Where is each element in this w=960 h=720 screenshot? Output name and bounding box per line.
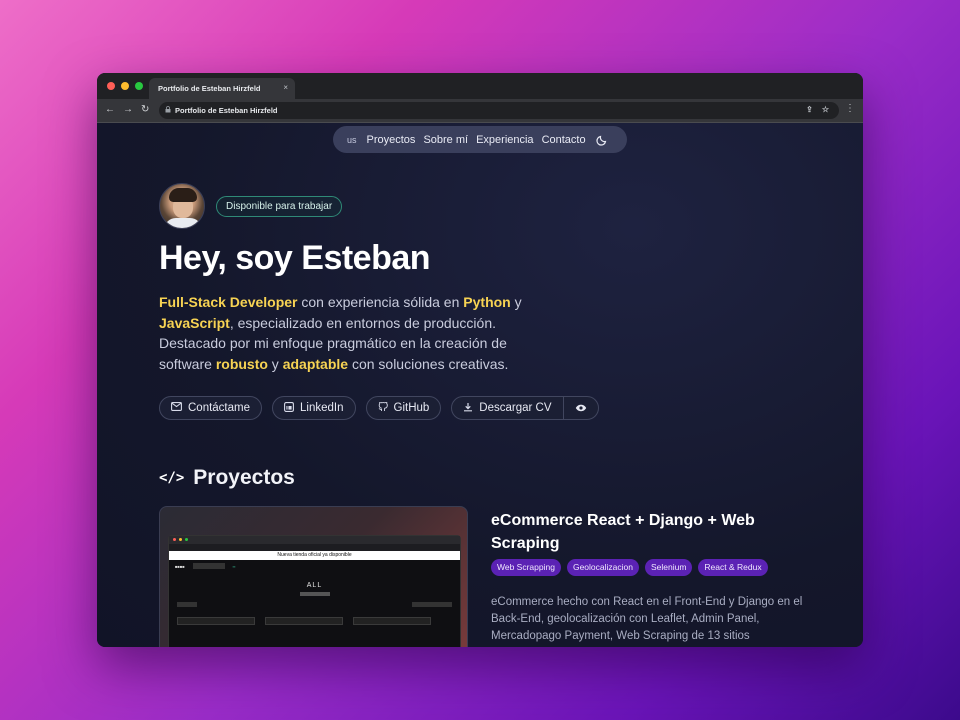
page-content: us Proyectos Sobre mí Experiencia Contac… (97, 123, 863, 647)
download-cv-label: Descargar CV (479, 402, 552, 414)
share-icon[interactable]: ⇪ (806, 105, 813, 114)
traffic-lights (107, 82, 143, 90)
lock-icon (165, 106, 171, 115)
availability-badge: Disponible para trabajar (216, 196, 343, 217)
download-icon (463, 402, 473, 415)
address-bar[interactable]: Portfolio de Esteban Hirzfeld ⇪ ☆ (159, 102, 839, 119)
star-icon[interactable]: ☆ (822, 105, 829, 114)
linkedin-icon (284, 401, 294, 415)
forward-button[interactable]: → (123, 104, 133, 115)
view-cv-button[interactable] (562, 397, 598, 419)
highlighted-text: JavaScript (159, 314, 230, 331)
browser-tab[interactable]: Portfolio de Esteban Hirzfeld × (149, 78, 295, 99)
mail-icon (171, 402, 182, 414)
hero-description: Full-Stack Developer con experiencia sól… (159, 292, 559, 374)
browser-menu-icon[interactable]: ⋮ (845, 103, 855, 114)
address-text: Portfolio de Esteban Hirzfeld (175, 106, 278, 115)
highlighted-text: Python (463, 294, 511, 310)
nav-item-contacto[interactable]: Contacto (542, 134, 586, 146)
description-text: y (510, 294, 522, 310)
minimize-window-button[interactable] (121, 82, 129, 90)
eye-icon (575, 399, 587, 417)
linkedin-button[interactable]: LinkedIn (272, 396, 356, 420)
reload-button[interactable]: ↻ (141, 104, 149, 115)
browser-window: Portfolio de Esteban Hirzfeld × ← → ↻ Po… (97, 73, 863, 647)
project-title[interactable]: eCommerce React + Django + Web Scraping (491, 509, 791, 555)
projects-heading-label: Proyectos (193, 466, 295, 489)
contact-button[interactable]: Contáctame (159, 396, 263, 420)
moon-icon[interactable] (596, 134, 608, 146)
screenshot-heading: ALL (306, 582, 323, 589)
description-text: con experiencia sólida en (297, 294, 464, 310)
tab-bar: Portfolio de Esteban Hirzfeld × (97, 73, 863, 99)
browser-toolbar: ← → ↻ Portfolio de Esteban Hirzfeld ⇪ ☆ … (97, 99, 863, 123)
highlighted-text: adaptable (282, 355, 349, 372)
project-description: eCommerce hecho con React en el Front-En… (491, 596, 803, 642)
code-icon: </> (159, 470, 185, 486)
tag: Web Scrapping (491, 559, 561, 576)
download-cv-button[interactable]: Descargar CV (452, 397, 562, 419)
nav-item-experiencia[interactable]: Experiencia (476, 134, 533, 146)
highlighted-text: Full-Stack Developer (159, 294, 298, 310)
description-text: con soluciones creativas. (348, 355, 509, 372)
screenshot-banner: Nueva tienda oficial ya disponible (169, 551, 460, 560)
avatar (159, 183, 205, 229)
back-button[interactable]: ← (105, 104, 115, 115)
hero-actions: Contáctame LinkedIn GitHub Descargar CV (159, 396, 599, 420)
description-text: y (267, 355, 283, 372)
close-window-button[interactable] (107, 82, 115, 90)
linkedin-label: LinkedIn (300, 402, 344, 414)
hero-title: Hey, soy Esteban (159, 239, 431, 277)
language-switch[interactable]: us (347, 135, 357, 145)
github-icon (378, 401, 388, 415)
project-screenshot[interactable]: Nueva tienda oficial ya disponible ■■■■ ▪… (159, 506, 468, 647)
tab-close-icon[interactable]: × (283, 83, 288, 92)
contact-label: Contáctame (188, 402, 251, 414)
main-nav: us Proyectos Sobre mí Experiencia Contac… (333, 126, 627, 153)
tab-title: Portfolio de Esteban Hirzfeld (158, 84, 261, 93)
nav-item-proyectos[interactable]: Proyectos (367, 134, 416, 146)
github-button[interactable]: GitHub (365, 396, 442, 420)
projects-heading: </> Proyectos (159, 466, 295, 490)
tag: Selenium (644, 559, 693, 576)
highlighted-text: robusto (215, 355, 268, 372)
maximize-window-button[interactable] (135, 82, 143, 90)
tag: React & Redux (698, 559, 768, 576)
project-tags: Web Scrapping Geolocalizacion Selenium R… (491, 559, 768, 576)
cv-button-group: Descargar CV (451, 396, 599, 420)
tag: Geolocalizacion (566, 559, 639, 576)
nav-item-sobre-mi[interactable]: Sobre mí (423, 134, 468, 146)
github-label: GitHub (393, 402, 430, 414)
